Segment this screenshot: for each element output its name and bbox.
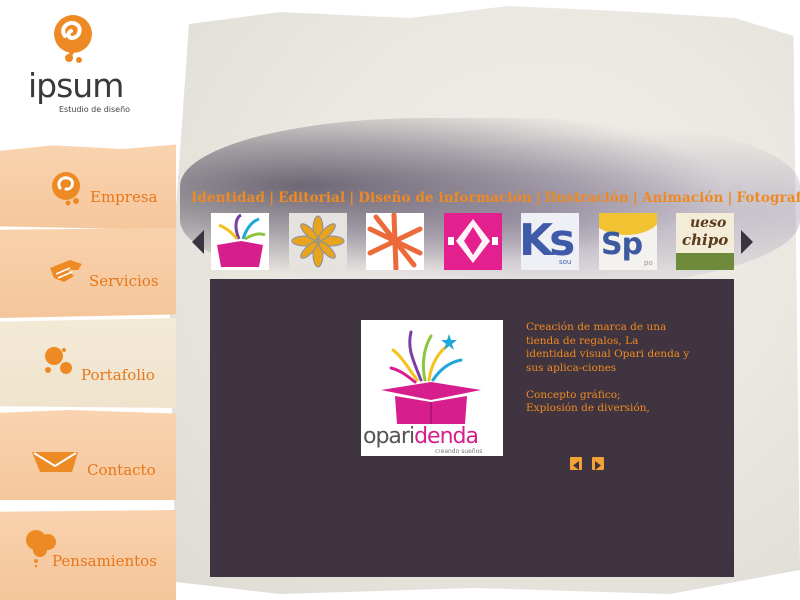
category-link-fotografia[interactable]: Fotografía	[736, 190, 800, 206]
category-link-animacion[interactable]: Animación	[642, 190, 724, 206]
triangle-right-icon	[595, 461, 601, 470]
category-separator: |	[632, 190, 638, 206]
category-separator: |	[535, 190, 541, 206]
category-link-identidad[interactable]: Identidad	[191, 190, 265, 206]
thumbnail-sp[interactable]: Sp po	[599, 213, 657, 270]
queso-logo-text: ueso	[690, 215, 727, 231]
thumbnail-ks[interactable]: Ks sou	[521, 213, 579, 270]
project-image: oparidenda creando sueños	[361, 320, 503, 456]
project-concept-label: Concepto gráfico;	[526, 388, 621, 401]
nav-item-servicios[interactable]: Servicios	[0, 228, 176, 318]
queso-logo-sub: chipo	[682, 231, 729, 249]
hand-icon	[50, 260, 82, 282]
swirl-icon	[52, 172, 80, 206]
nav-label-portafolio: Portafolio	[81, 366, 155, 384]
brand-logo[interactable]: ipsum Estudio de diseño	[25, 14, 135, 114]
envelope-icon	[32, 452, 78, 472]
sp-logo-text: Sp	[601, 227, 643, 262]
category-link-ilustracion[interactable]: Ilustración	[545, 190, 629, 206]
nav-item-empresa[interactable]: Empresa	[0, 144, 176, 230]
swirl-logo-icon	[54, 15, 92, 63]
category-separator: |	[269, 190, 275, 206]
yellow-star-thumb	[291, 215, 345, 268]
thumbnails-prev-arrow[interactable]	[192, 230, 204, 254]
thumbnails-next-arrow[interactable]	[741, 230, 753, 254]
nav-item-contacto[interactable]: Contacto	[0, 410, 176, 500]
thumbnail-opari[interactable]	[211, 213, 269, 270]
ks-logo-sub: sou	[559, 258, 572, 266]
project-next-button[interactable]	[592, 457, 604, 470]
triangle-left-icon	[573, 461, 579, 470]
opari-logo-word-right: denda	[414, 424, 479, 449]
nav-item-portafolio[interactable]: Portafolio	[0, 318, 176, 408]
category-link-editorial[interactable]: Editorial	[278, 190, 345, 206]
sidebar-nav: ipsum Estudio de diseño Empresa Servicio…	[0, 0, 176, 600]
opari-box-thumb	[217, 213, 266, 267]
nav-label-pensamientos: Pensamientos	[52, 552, 157, 570]
category-separator: |	[349, 190, 355, 206]
sp-logo-sub: po	[644, 259, 653, 267]
nav-label-servicios: Servicios	[89, 272, 159, 290]
opari-logo-tagline: creando sueños	[435, 448, 483, 455]
project-concept-value: Explosión de diversión,	[526, 402, 650, 414]
queso-logo-band	[676, 253, 734, 270]
project-description-text: Creación de marca de una tienda de regal…	[526, 321, 690, 374]
brand-tagline: Estudio de diseño	[59, 105, 131, 114]
project-description: Creación de marca de una tienda de regal…	[526, 321, 691, 416]
brand-name: ipsum	[28, 66, 124, 105]
paint-splash-icon	[45, 347, 72, 374]
thumbnail-star[interactable]	[289, 213, 347, 270]
nav-label-contacto: Contacto	[87, 461, 156, 479]
orange-knot-thumb	[367, 213, 423, 270]
pink-pattern-thumb	[448, 219, 498, 263]
nav-item-pensamientos[interactable]: Pensamientos	[0, 510, 176, 600]
nav-label-empresa: Empresa	[90, 188, 158, 206]
thumbnail-pattern[interactable]	[444, 213, 502, 270]
opari-logo-word-left: opari	[363, 424, 415, 449]
project-prev-button[interactable]	[570, 457, 582, 470]
thumbnail-knot[interactable]	[366, 213, 424, 270]
thumbnail-queso[interactable]: ueso chipo	[676, 213, 734, 270]
category-link-diseno-informacion[interactable]: Diseño de información	[358, 190, 531, 206]
category-separator: |	[727, 190, 733, 206]
category-menu: Identidad | Editorial | Diseño de informació…	[191, 190, 800, 206]
